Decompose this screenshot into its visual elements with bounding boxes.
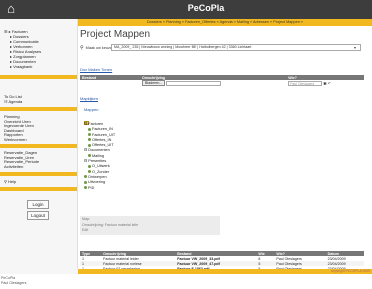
tree-node-label: O_Uitwerk (92, 164, 110, 169)
folder-icon[interactable] (88, 170, 91, 174)
search-label: ⚲ Maak uw keuze: (80, 45, 114, 51)
folder-icon[interactable] (88, 138, 91, 142)
app-title: PeCoPla (187, 3, 225, 13)
tree-node-label: Offertes_UIT (92, 143, 114, 148)
folder-icon[interactable] (84, 175, 87, 179)
files-table: Type Omschrijving Bestand Wie Wie? Datum 1 Fac… (80, 251, 364, 271)
tree-node-label: Facturen_IN (92, 127, 113, 132)
login-button[interactable]: Login (27, 200, 49, 209)
tree-node-label: Documenten (88, 148, 110, 153)
sidebar-divider (0, 144, 77, 148)
section-doc-maken[interactable]: Doc Maken Tonen (80, 67, 112, 72)
sidebar-bottom (0, 269, 78, 274)
tree-node-label: Mailing (92, 153, 105, 158)
upload-table: Bestand Omschrijving Wie? Bladeren... Pa… (80, 75, 364, 86)
sidebar-item-help[interactable]: ⚲ Help (4, 179, 16, 184)
sidebar-item-activiteiten[interactable]: Activiteiten (4, 164, 23, 169)
undo-icon[interactable]: ↶ (328, 81, 331, 85)
folder-icon[interactable] (88, 127, 91, 131)
who-field[interactable]: Paul Oleslagers (288, 80, 323, 86)
page-title: Project Mappen (80, 29, 151, 40)
sidebar-divider (0, 172, 77, 176)
breadcrumb: Dossiers » Planning » Facturen_Offertes … (147, 20, 303, 24)
tree-node-label: PID (88, 185, 95, 190)
tree-node-label: Facturen_UIT (92, 132, 116, 137)
footer: PeCoPla Paul Oleslagers (1, 276, 26, 285)
folder-icon[interactable] (84, 180, 87, 184)
folder-tree: ⊟ Facturen Facturen_IN Facturen_UIT Offerte… (84, 122, 115, 191)
logout-button[interactable]: Logout (27, 211, 49, 220)
sidebar-item-agenda[interactable]: ☷ Agenda (4, 99, 22, 104)
tree-node[interactable]: PID (84, 186, 115, 191)
sidebar-divider (0, 75, 77, 79)
tree-node-label: O_Zonder (92, 169, 110, 174)
tree-node-label: Offertes_IN (92, 137, 112, 142)
bottom-bar: copyright PECOPLA 2009 (78, 269, 372, 274)
tree-node-label: Ontwerpen (88, 174, 107, 179)
footer-user: Paul Oleslagers (1, 280, 27, 285)
crumb-project-mappen[interactable]: Project Mappen (273, 20, 300, 24)
chevron-down-icon[interactable]: ▾ (354, 45, 359, 50)
sidebar-divider (0, 107, 77, 111)
info-edit[interactable]: Edit (82, 228, 218, 234)
crumb-planning[interactable]: Planning (166, 20, 181, 24)
crumb-dossiers[interactable]: Dossiers (147, 20, 162, 24)
tree-node-label: Uitvoering (88, 180, 106, 185)
project-select[interactable]: MA_2009_ 235 | Nieuwbouw woning | Moorbe… (111, 44, 361, 51)
crumb-agenda[interactable]: Agenda (220, 20, 233, 24)
top-bar: ⌂ PeCoPla (0, 0, 372, 19)
description-field[interactable] (166, 80, 222, 86)
sidebar-item-werkvormen[interactable]: Werkvormen (4, 137, 27, 142)
tree-label: Mappen (84, 107, 99, 112)
folder-icon[interactable] (84, 186, 87, 190)
folder-icon[interactable] (88, 164, 91, 168)
tree-node-label: Presenties (88, 159, 107, 164)
crumb-adressen[interactable]: Adressen (253, 20, 269, 24)
crumb-mailing[interactable]: Mailing (237, 20, 249, 24)
save-icon[interactable]: ▣ (323, 81, 326, 85)
crumb-facturen[interactable]: Facturen_Offertes (185, 20, 216, 24)
folder-icon[interactable] (88, 133, 91, 137)
tree-node-label: Facturen (88, 122, 104, 126)
folder-icon[interactable] (88, 143, 91, 147)
sidebar-divider (0, 187, 77, 191)
copyright: copyright PECOPLA 2009 (330, 269, 370, 273)
sidebar-item-vraagbank[interactable]: ▸ Vraagbank (10, 64, 32, 69)
section-mappen[interactable]: Mapkijken (80, 96, 98, 101)
search-icon: ⚲ (80, 45, 84, 51)
sidebar: ☰ ▸ Facturen ▸ Dossiers ▸ Communicatie ▸… (0, 19, 78, 269)
main-content: Project Mappen ⚲ Maak uw keuze: MA_2009_… (78, 26, 372, 271)
info-box: Map: Omschrijving: Factuur material leli… (80, 216, 220, 235)
browse-button[interactable]: Bladeren... (142, 80, 166, 86)
folder-icon[interactable] (88, 154, 91, 158)
